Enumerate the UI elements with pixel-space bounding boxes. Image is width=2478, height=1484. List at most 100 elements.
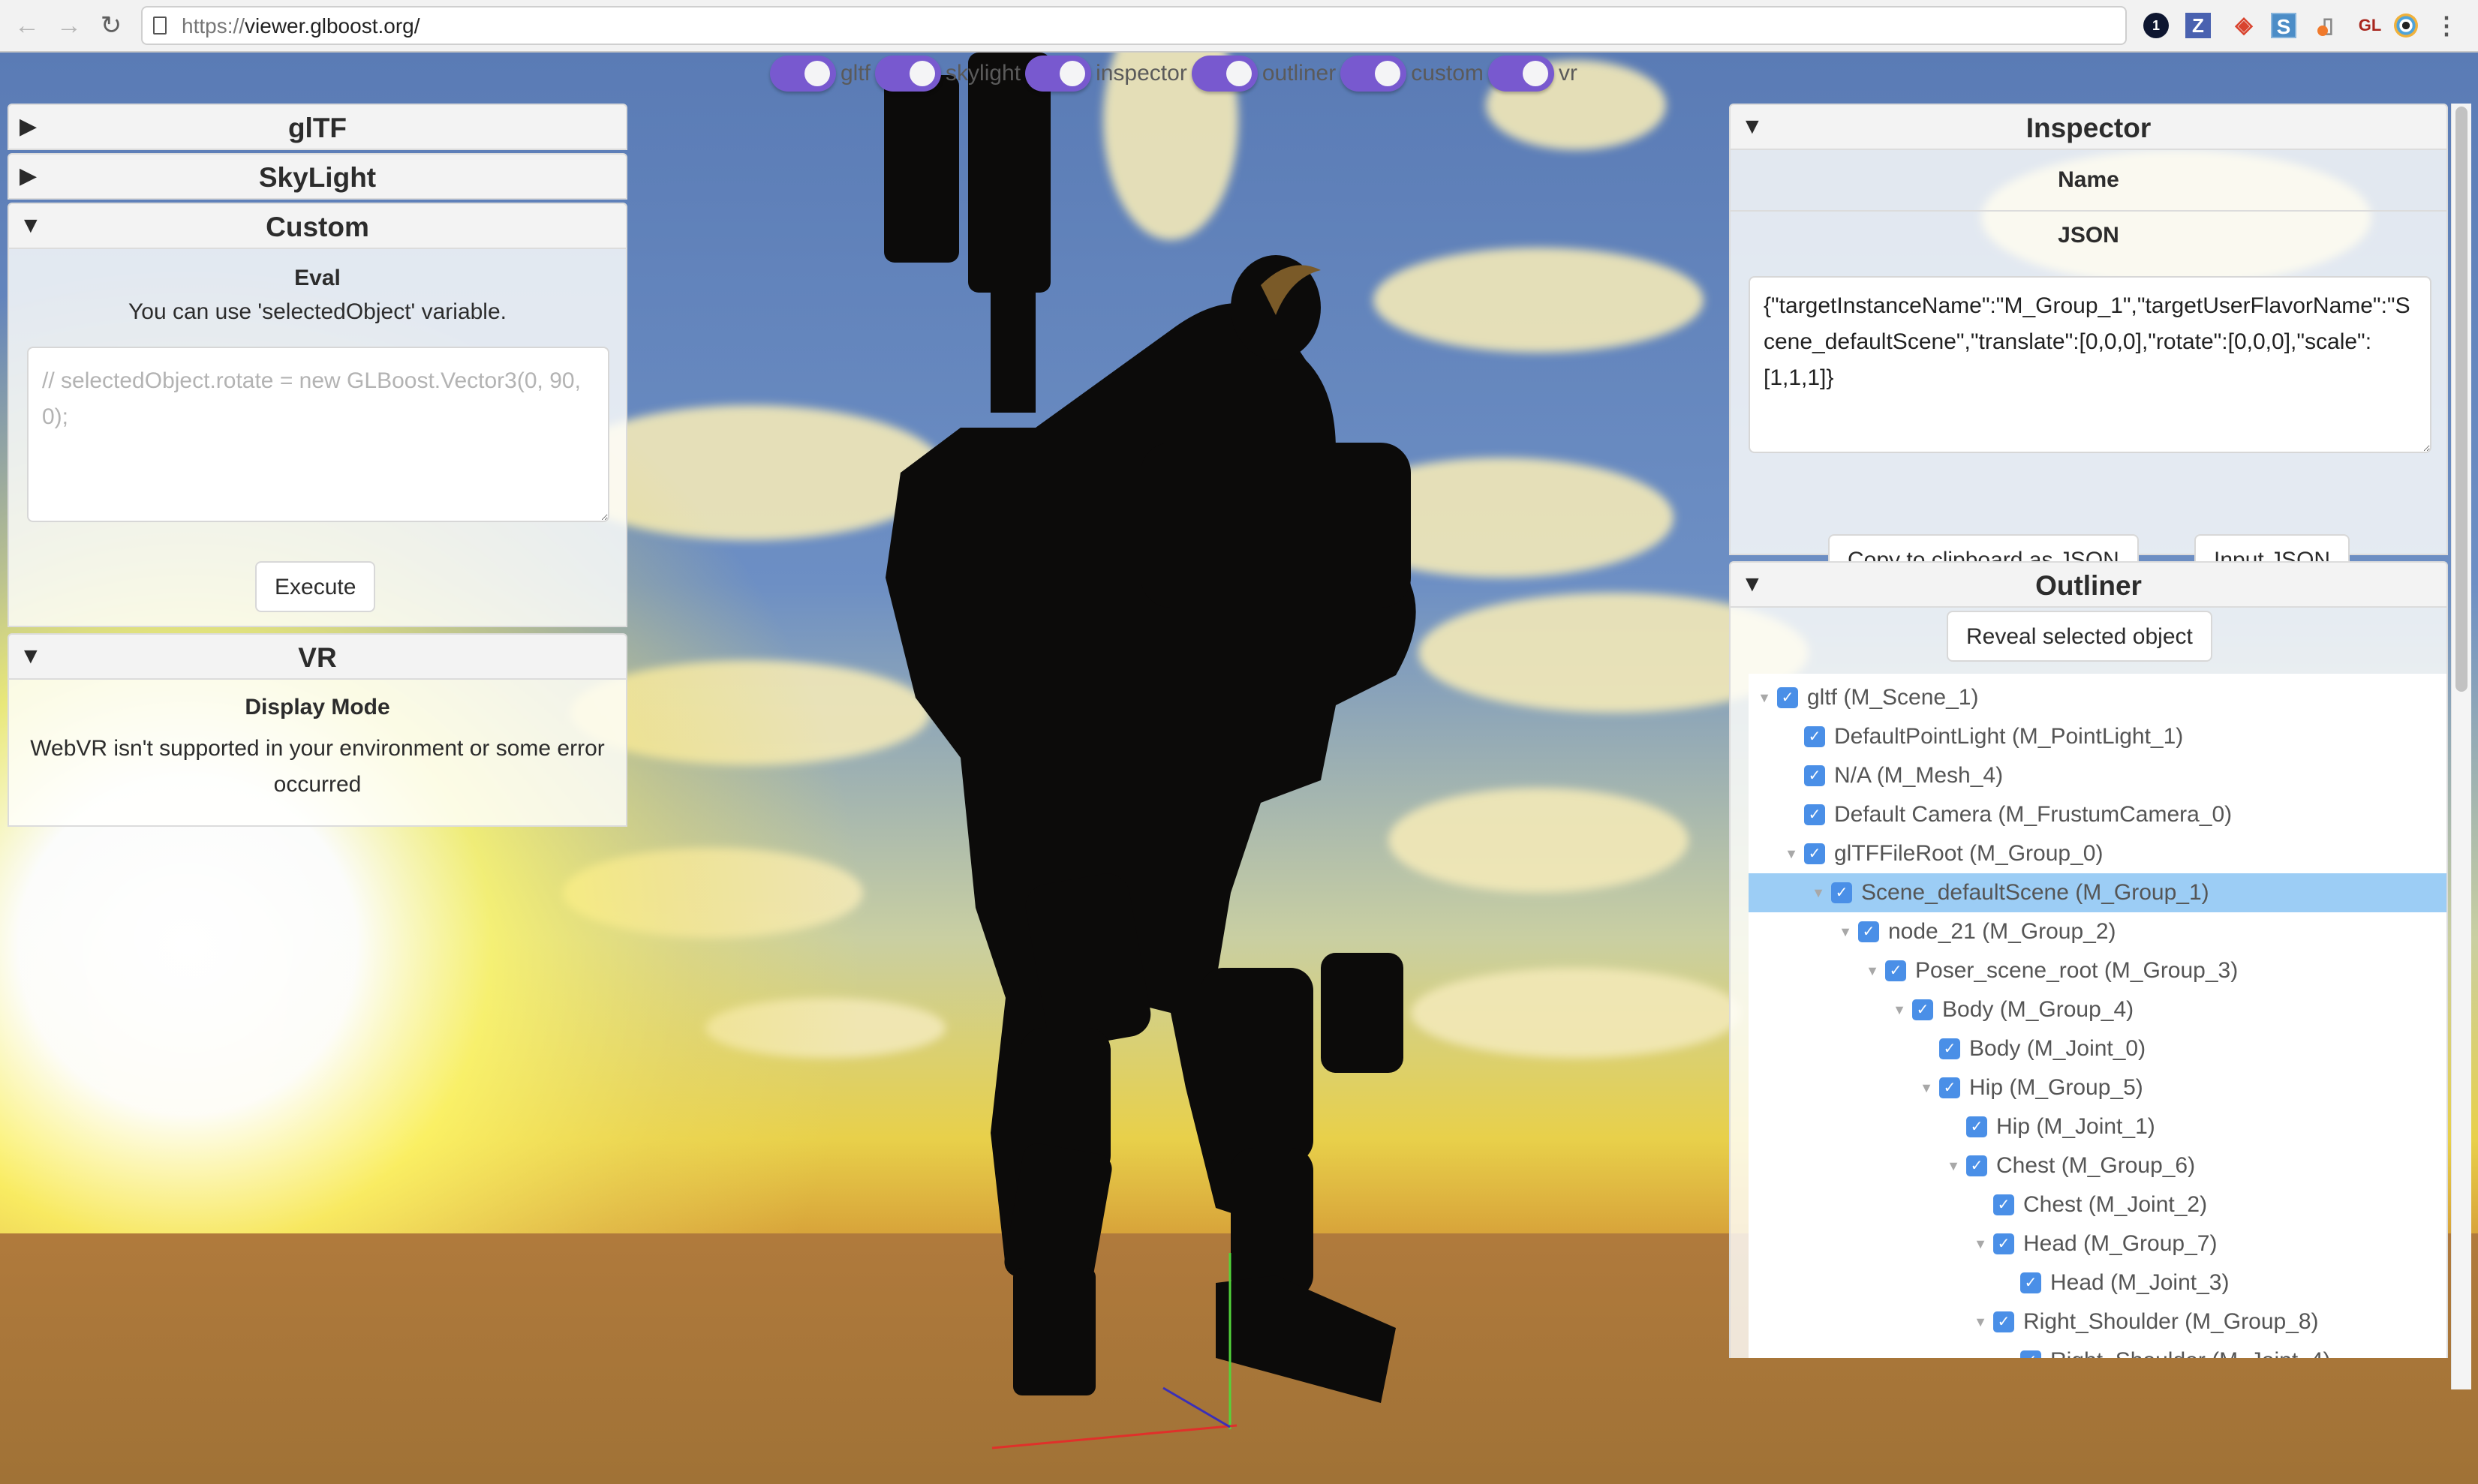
eval-input[interactable] (27, 347, 609, 522)
toggle-label: gltf (841, 61, 871, 86)
toggle-gltf[interactable]: gltf (770, 56, 871, 92)
section-title: SkyLight (258, 162, 377, 193)
visibility-checkbox[interactable]: ✓ (1777, 687, 1798, 708)
reveal-selected-button[interactable]: Reveal selected object (1947, 611, 2212, 662)
cube-extension-icon[interactable]: ◈ (2229, 11, 2259, 41)
visibility-checkbox[interactable]: ✓ (1993, 1194, 2014, 1215)
expand-twisty-icon[interactable]: ▼ (1863, 963, 1882, 979)
switch-knob (1522, 61, 1548, 86)
visibility-checkbox[interactable]: ✓ (1966, 1155, 1987, 1176)
back-button[interactable]: ← (11, 9, 44, 42)
tree-item[interactable]: ▼ ✓ Chest (M_Group_6) (1749, 1146, 2446, 1185)
visibility-checkbox[interactable]: ✓ (1831, 882, 1852, 903)
tree-item-label: Poser_scene_root (M_Group_3) (1915, 958, 2239, 983)
z-extension-icon[interactable]: Z (2185, 13, 2211, 38)
tree-item[interactable]: ▼✓DefaultPointLight (M_PointLight_1) (1749, 717, 2446, 756)
gltf-switch[interactable] (770, 56, 836, 92)
outliner-switch[interactable] (1191, 56, 1258, 92)
custom-switch[interactable] (1340, 56, 1407, 92)
scrollbar-thumb[interactable] (2455, 107, 2467, 692)
tree-item[interactable]: ▼ ✓ Poser_scene_root (M_Group_3) (1749, 951, 2446, 990)
expand-twisty-icon[interactable]: ▼ (1944, 1158, 1963, 1174)
switch-knob (1060, 61, 1086, 86)
tree-item[interactable]: ▼✓Body (M_Joint_0) (1749, 1029, 2446, 1068)
display-mode-label: Display Mode (245, 695, 390, 719)
json-textarea[interactable] (1749, 276, 2431, 453)
tree-item[interactable]: ▼✓Hip (M_Joint_1) (1749, 1107, 2446, 1146)
outliner-tree[interactable]: ▼✓gltf (M_Scene_1)▼✓DefaultPointLight (M… (1749, 674, 2446, 1358)
toggle-skylight[interactable]: skylight (875, 56, 1021, 92)
visibility-checkbox[interactable]: ✓ (1804, 804, 1825, 825)
inspector-switch[interactable] (1025, 56, 1092, 92)
tree-item[interactable]: ▼✓Head (M_Joint_3) (1749, 1263, 2446, 1302)
right-panel: ▼ Inspector Name JSON Copy to clipboard … (1729, 104, 2448, 1389)
execute-button[interactable]: Execute (255, 561, 376, 612)
expand-twisty-icon[interactable]: ▼ (1971, 1314, 1990, 1330)
visibility-checkbox[interactable]: ✓ (1858, 921, 1879, 942)
visibility-checkbox[interactable]: ✓ (1939, 1077, 1960, 1098)
office-extension-icon[interactable]: ▯ (2313, 11, 2343, 41)
1password-icon[interactable]: 1 (2143, 13, 2169, 38)
vr-section-header[interactable]: ▼ VR (8, 633, 627, 680)
tree-item[interactable]: ▼✓Right_Shoulder (M_Joint_4) (1749, 1341, 2446, 1358)
expand-twisty-icon[interactable]: ▼ (1809, 885, 1828, 901)
visibility-checkbox[interactable]: ✓ (1804, 765, 1825, 786)
tree-item[interactable]: ▼ ✓ Body (M_Group_4) (1749, 990, 2446, 1029)
tree-item-label: Default Camera (M_FrustumCamera_0) (1834, 802, 2233, 827)
tree-item[interactable]: ▼ ✓ node_21 (M_Group_2) (1749, 912, 2446, 951)
tree-item[interactable]: ▼ ✓ Head (M_Group_7) (1749, 1224, 2446, 1263)
vr-switch[interactable] (1487, 56, 1554, 92)
visibility-checkbox[interactable]: ✓ (1939, 1038, 1960, 1059)
custom-section-body: Eval You can use 'selectedObject' variab… (8, 249, 627, 627)
eval-hint: You can use 'selectedObject' variable. (128, 299, 507, 324)
inspector-section-header[interactable]: ▼ Inspector (1729, 104, 2448, 150)
skylight-section-header[interactable]: ▶ SkyLight (8, 153, 627, 200)
tree-item-label: DefaultPointLight (M_PointLight_1) (1834, 724, 2184, 749)
reload-button[interactable]: ↻ (95, 9, 128, 42)
tree-item-label: Scene_defaultScene (M_Group_1) (1861, 880, 2209, 905)
expand-twisty-icon[interactable]: ▼ (1971, 1236, 1990, 1252)
tree-item[interactable]: ▼✓Chest (M_Joint_2) (1749, 1185, 2446, 1224)
address-bar[interactable]: https://viewer.glboost.org/ (141, 6, 2127, 45)
visibility-checkbox[interactable]: ✓ (1912, 999, 1933, 1020)
s-extension-icon[interactable]: S (2271, 13, 2296, 38)
tree-item[interactable]: ▼✓Default Camera (M_FrustumCamera_0) (1749, 795, 2446, 834)
visibility-checkbox[interactable]: ✓ (2020, 1350, 2041, 1358)
expand-twisty-icon[interactable]: ▼ (1890, 1002, 1909, 1018)
toggle-outliner[interactable]: outliner (1191, 56, 1337, 92)
browser-menu-icon[interactable]: ⋮ (2434, 11, 2458, 41)
expand-twisty-icon[interactable]: ▼ (1755, 690, 1774, 706)
switch-knob (1375, 61, 1401, 86)
tree-item[interactable]: ▼ ✓ Scene_defaultScene (M_Group_1) (1749, 873, 2446, 912)
toggle-label: skylight (946, 61, 1021, 86)
expand-twisty-icon[interactable]: ▼ (1782, 846, 1801, 862)
tree-item[interactable]: ▼ ✓ Hip (M_Group_5) (1749, 1068, 2446, 1107)
outliner-section-header[interactable]: ▼ Outliner (1729, 561, 2448, 608)
right-panel-scrollbar[interactable] (2451, 104, 2471, 1389)
tree-item-label: Right_Shoulder (M_Joint_4) (2050, 1348, 2331, 1358)
gltf-section-header[interactable]: ▶ glTF (8, 104, 627, 150)
toggle-label: outliner (1262, 61, 1337, 86)
toggle-inspector[interactable]: inspector (1025, 56, 1187, 92)
visibility-checkbox[interactable]: ✓ (1804, 726, 1825, 747)
forward-button[interactable]: → (53, 9, 86, 42)
visibility-checkbox[interactable]: ✓ (1966, 1116, 1987, 1137)
tree-item[interactable]: ▼ ✓ Right_Shoulder (M_Group_8) (1749, 1302, 2446, 1341)
toggle-vr[interactable]: vr (1487, 56, 1577, 92)
expand-twisty-icon[interactable]: ▼ (1836, 924, 1855, 940)
visibility-checkbox[interactable]: ✓ (1804, 843, 1825, 864)
tree-item-label: Chest (M_Group_6) (1996, 1153, 2196, 1178)
visibility-checkbox[interactable]: ✓ (1885, 960, 1906, 981)
tree-item[interactable]: ▼ ✓ gltf (M_Scene_1) (1749, 678, 2446, 717)
custom-section-header[interactable]: ▼ Custom (8, 203, 627, 249)
visibility-checkbox[interactable]: ✓ (1993, 1233, 2014, 1254)
tree-item[interactable]: ▼ ✓ glTFFileRoot (M_Group_0) (1749, 834, 2446, 873)
expand-twisty-icon[interactable]: ▼ (1917, 1080, 1936, 1096)
visibility-checkbox[interactable]: ✓ (1993, 1311, 2014, 1332)
gl-extension-icon[interactable]: GL (2352, 11, 2388, 41)
eye-extension-icon[interactable] (2394, 14, 2418, 38)
tree-item[interactable]: ▼✓N/A (M_Mesh_4) (1749, 756, 2446, 795)
visibility-checkbox[interactable]: ✓ (2020, 1272, 2041, 1293)
toggle-custom[interactable]: custom (1340, 56, 1484, 92)
skylight-switch[interactable] (875, 56, 942, 92)
